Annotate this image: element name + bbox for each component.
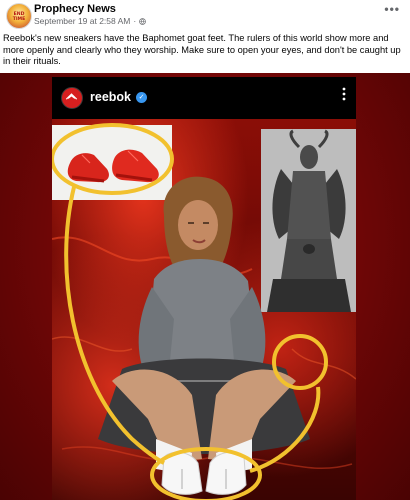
connector-line-left (64, 186, 165, 465)
post-header: END TIME Prophecy News September 19 at 2… (0, 0, 410, 34)
post-timestamp[interactable]: September 19 at 2:58 AM (34, 16, 130, 26)
brand-avatar (61, 87, 83, 109)
campaign-photo (52, 119, 356, 500)
highlight-circle-white-sneakers (150, 447, 262, 500)
page-avatar[interactable]: END TIME (6, 3, 32, 29)
post-image[interactable]: reebok ✓ (0, 73, 410, 500)
page-name[interactable]: Prophecy News (34, 3, 116, 15)
post-body-text: Reebok's new sneakers have the Baphomet … (3, 33, 401, 66)
connector-line-right (249, 386, 321, 473)
instagram-handle: reebok (90, 90, 131, 104)
more-options-icon[interactable]: ••• (384, 3, 400, 15)
instagram-more-icon (342, 87, 346, 101)
reebok-logo-icon (65, 93, 78, 100)
highlight-circle-statue-feet (272, 334, 328, 390)
meta-separator: · (133, 16, 137, 26)
avatar-logo-text: END TIME (12, 12, 26, 22)
verified-badge-icon: ✓ (136, 92, 147, 103)
highlight-annotations (52, 123, 328, 500)
highlight-circle-red-shoes (52, 123, 174, 195)
globe-icon[interactable] (139, 17, 147, 25)
post-meta: September 19 at 2:58 AM · (34, 16, 147, 26)
facebook-post: END TIME Prophecy News September 19 at 2… (0, 0, 410, 500)
instagram-header: reebok ✓ (52, 77, 356, 119)
instagram-screenshot: reebok ✓ (52, 77, 356, 500)
